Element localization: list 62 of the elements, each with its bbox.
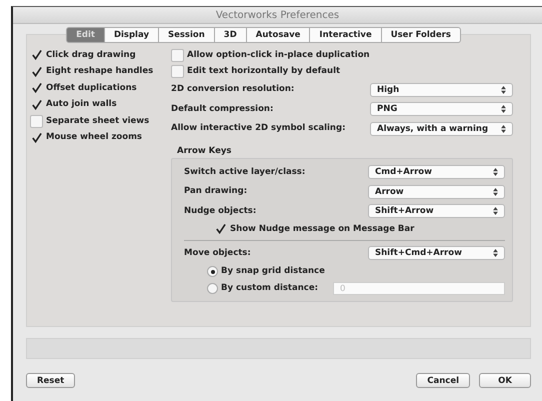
dropdown-value: Arrow [375,186,404,197]
ok-button[interactable]: OK [479,373,531,388]
setting-label: 2D conversion resolution: [171,83,294,96]
checkbox-label[interactable]: Eight reshape handles [46,65,154,78]
checkbox[interactable] [30,82,43,95]
tab[interactable]: 3D [214,27,247,43]
dropdown-value: Shift+Cmd+Arrow [375,248,462,258]
stepper-icon [501,105,506,114]
dropdown[interactable]: Shift+Cmd+Arrow [368,246,505,260]
dropdown[interactable]: Arrow [368,184,505,199]
dropdown-value: Shift+Arrow [375,206,434,216]
checkbox[interactable] [30,98,43,112]
setting-label: Default compression: [171,102,274,116]
dropdown[interactable]: PNG [370,102,513,116]
radio-label[interactable]: By custom distance: [221,282,318,295]
checkbox[interactable] [30,65,43,78]
tab[interactable]: Display [104,27,159,43]
checkbox[interactable] [171,48,184,62]
checkbox-label[interactable]: Auto join walls [46,98,117,112]
cancel-button[interactable]: Cancel [416,373,470,388]
stepper-icon [493,188,498,196]
checkbox-label[interactable]: Edit text horizontally by default [187,65,340,78]
dropdown-value: Cmd+Arrow [375,167,432,178]
checkbox[interactable] [30,131,43,144]
checkbox-label[interactable]: Allow option-click in-place duplication [187,48,370,62]
checkbox-label[interactable]: Separate sheet views [46,114,150,128]
setting-label: Allow interactive 2D symbol scaling: [171,122,346,136]
checkbox[interactable] [30,114,43,128]
stepper-icon [493,249,498,258]
stepper-icon [501,86,506,94]
dropdown[interactable]: Cmd+Arrow [368,165,505,180]
setting-label: Move objects: [184,246,251,260]
stepper-icon [501,124,506,133]
tab[interactable]: Interactive [310,27,382,43]
dropdown-value: PNG [377,104,398,114]
radio-label[interactable]: By snap grid distance [221,265,325,278]
reset-button[interactable]: Reset [26,373,76,388]
checkbox[interactable] [171,65,184,78]
setting-label: Switch active layer/class: [184,166,306,179]
checkbox-label[interactable]: Click drag drawing [46,48,136,62]
tab[interactable]: Session [158,27,215,43]
checkbox-label[interactable]: Show Nudge message on Message Bar [230,222,414,236]
window-title: Vectorworks Preferences [216,10,340,20]
checkbox-label[interactable]: Offset duplications [46,82,137,95]
radio-button[interactable] [207,266,218,277]
tab[interactable]: Autosave [246,27,310,43]
checkbox[interactable] [214,222,228,236]
stepper-icon [493,207,498,216]
dropdown-value: Always, with a warning [377,124,488,134]
radio-button[interactable] [207,283,218,294]
checkbox[interactable] [30,48,43,62]
checkbox-label[interactable]: Mouse wheel zooms [46,131,142,144]
stepper-icon [493,168,498,176]
setting-label: Nudge objects: [184,204,256,218]
dropdown[interactable]: Always, with a warning [370,122,513,136]
distance-field[interactable]: 0 [333,282,505,295]
dropdown-value: High [377,84,400,95]
setting-label: Pan drawing: [184,185,248,198]
tab[interactable]: User Folders [382,27,461,43]
group-title: Arrow Keys [177,146,232,156]
dropdown[interactable]: Shift+Arrow [368,204,505,218]
dropdown[interactable]: High [370,82,513,97]
